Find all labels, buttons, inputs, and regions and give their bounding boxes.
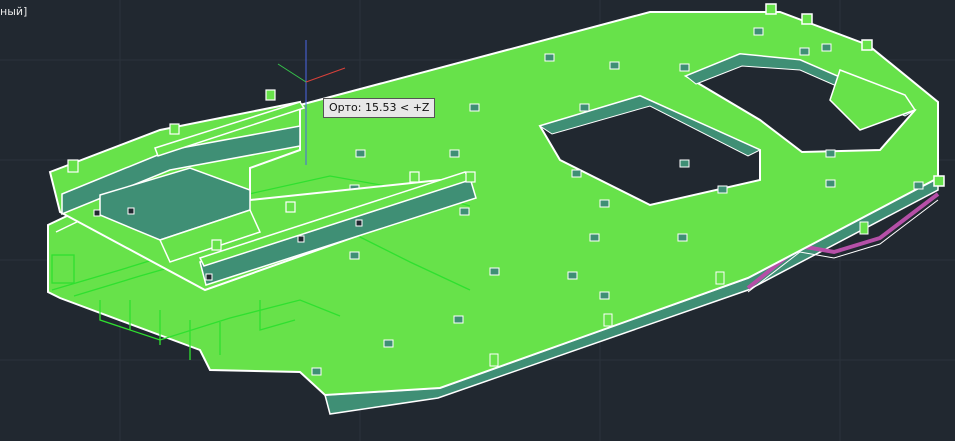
drawing-viewport[interactable]: ный] Орто: 15.53 < +Z [0,0,955,441]
viewport-style-label[interactable]: ный] [0,5,27,18]
tracking-tooltip: Орто: 15.53 < +Z [323,98,436,118]
tooltip-mode: Орто [329,101,358,114]
tooltip-direction: < +Z [399,101,430,114]
model-canvas[interactable] [0,0,955,441]
tooltip-value: 15.53 [364,101,397,114]
